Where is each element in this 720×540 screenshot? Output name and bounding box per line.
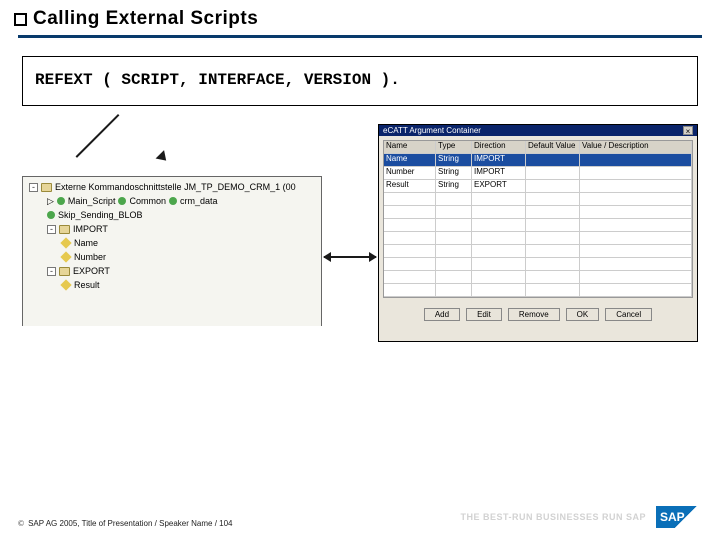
tree-main-mid: Common [129,194,166,208]
green-dot-icon [47,211,55,219]
diamond-icon [60,237,71,248]
grid-cell: Name [384,154,436,166]
grid-cell [580,167,692,179]
tree-import-row[interactable]: - IMPORT [25,222,319,236]
grid-row[interactable] [384,284,692,297]
tree-main-suffix: crm_data [180,194,218,208]
green-dot-icon [118,197,126,205]
cancel-button[interactable]: Cancel [605,308,652,321]
title-rule [18,35,702,38]
grid-cell: String [436,154,472,166]
grid-row[interactable] [384,193,692,206]
triangle-icon: ▷ [47,194,54,208]
grid-cell: EXPORT [472,180,526,192]
grid-cell: String [436,167,472,179]
edit-button[interactable]: Edit [466,308,502,321]
tree-export-row[interactable]: - EXPORT [25,264,319,278]
arrow-diagonal-line [76,114,120,158]
ok-button[interactable]: OK [566,308,600,321]
green-dot-icon [169,197,177,205]
grid-cell: Result [384,180,436,192]
footer-tagline: THE BEST-RUN BUSINESSES RUN SAP [460,512,646,522]
close-icon[interactable]: × [683,126,693,135]
grid-header: Default Value [526,141,580,153]
tree-panel: - Externe Kommandoschnittstelle JM_TP_DE… [22,176,322,326]
grid-row[interactable] [384,206,692,219]
arrow-diagonal-head-icon [156,150,171,165]
code-line: REFEXT ( SCRIPT, INTERFACE, VERSION ). [35,71,400,89]
footer-left: © SAP AG 2005, Title of Presentation / S… [18,519,233,528]
tree-main-script-row[interactable]: ▷ Main_Script Common crm_data [25,194,319,208]
grid-row[interactable] [384,271,692,284]
grid-cell: IMPORT [472,167,526,179]
folder-icon [59,267,70,276]
collapse-icon[interactable]: - [29,183,38,192]
grid-row[interactable] [384,232,692,245]
dialog-titlebar: eCATT Argument Container × [379,125,697,136]
grid-header-row: Name Type Direction Default Value Value … [384,141,692,154]
tree-import-item[interactable]: Name [25,236,319,250]
grid-header: Value / Description [580,141,692,153]
grid-cell [526,180,580,192]
title-bullet-icon [14,13,27,26]
grid-header: Type [436,141,472,153]
slide-footer: © SAP AG 2005, Title of Presentation / S… [18,506,702,528]
grid-row[interactable]: Result String EXPORT [384,180,692,193]
grid-header: Direction [472,141,526,153]
sap-logo-icon: SAP [656,506,702,528]
folder-icon [41,183,52,192]
grid-cell: String [436,180,472,192]
footer-text: SAP AG 2005, Title of Presentation / Spe… [28,519,232,528]
tree-skip-row[interactable]: Skip_Sending_BLOB [25,208,319,222]
code-example-box: REFEXT ( SCRIPT, INTERFACE, VERSION ). [22,56,698,106]
tree-import-item2: Number [74,250,106,264]
dialog-button-row: Add Edit Remove OK Cancel [379,302,697,325]
tree-export-item1: Result [74,278,100,292]
dialog-title: eCATT Argument Container [383,126,481,135]
tree-root-label: Externe Kommandoschnittstelle JM_TP_DEMO… [55,180,296,194]
slide-title-row: Calling External Scripts [0,0,720,30]
tree-import-label: IMPORT [73,222,108,236]
copyright-icon: © [18,519,24,528]
diamond-icon [60,251,71,262]
tree-skip-label: Skip_Sending_BLOB [58,208,143,222]
tree-import-item[interactable]: Number [25,250,319,264]
grid-cell [580,154,692,166]
grid-header: Name [384,141,436,153]
grid-row[interactable] [384,219,692,232]
grid-cell [580,180,692,192]
remove-button[interactable]: Remove [508,308,560,321]
green-dot-icon [57,197,65,205]
grid-row[interactable] [384,245,692,258]
argument-container-dialog: eCATT Argument Container × Name Type Dir… [378,124,698,342]
arrow-horizontal-double-icon [324,256,376,258]
middle-area: - Externe Kommandoschnittstelle JM_TP_DE… [0,106,720,366]
tree-import-item1: Name [74,236,98,250]
footer-right: THE BEST-RUN BUSINESSES RUN SAP SAP [460,506,702,528]
diamond-icon [60,279,71,290]
folder-icon [59,225,70,234]
grid-row[interactable] [384,258,692,271]
add-button[interactable]: Add [424,308,460,321]
collapse-icon[interactable]: - [47,225,56,234]
tree-export-item[interactable]: Result [25,278,319,292]
grid-row[interactable]: Number String IMPORT [384,167,692,180]
tree-root-row[interactable]: - Externe Kommandoschnittstelle JM_TP_DE… [25,180,319,194]
grid-cell [526,154,580,166]
tree-main-prefix: Main_Script [68,194,116,208]
grid-row[interactable]: Name String IMPORT [384,154,692,167]
grid-cell [526,167,580,179]
grid-cell: Number [384,167,436,179]
argument-grid: Name Type Direction Default Value Value … [383,140,693,298]
slide-title: Calling External Scripts [33,8,258,30]
grid-cell: IMPORT [472,154,526,166]
tree-export-label: EXPORT [73,264,110,278]
collapse-icon[interactable]: - [47,267,56,276]
